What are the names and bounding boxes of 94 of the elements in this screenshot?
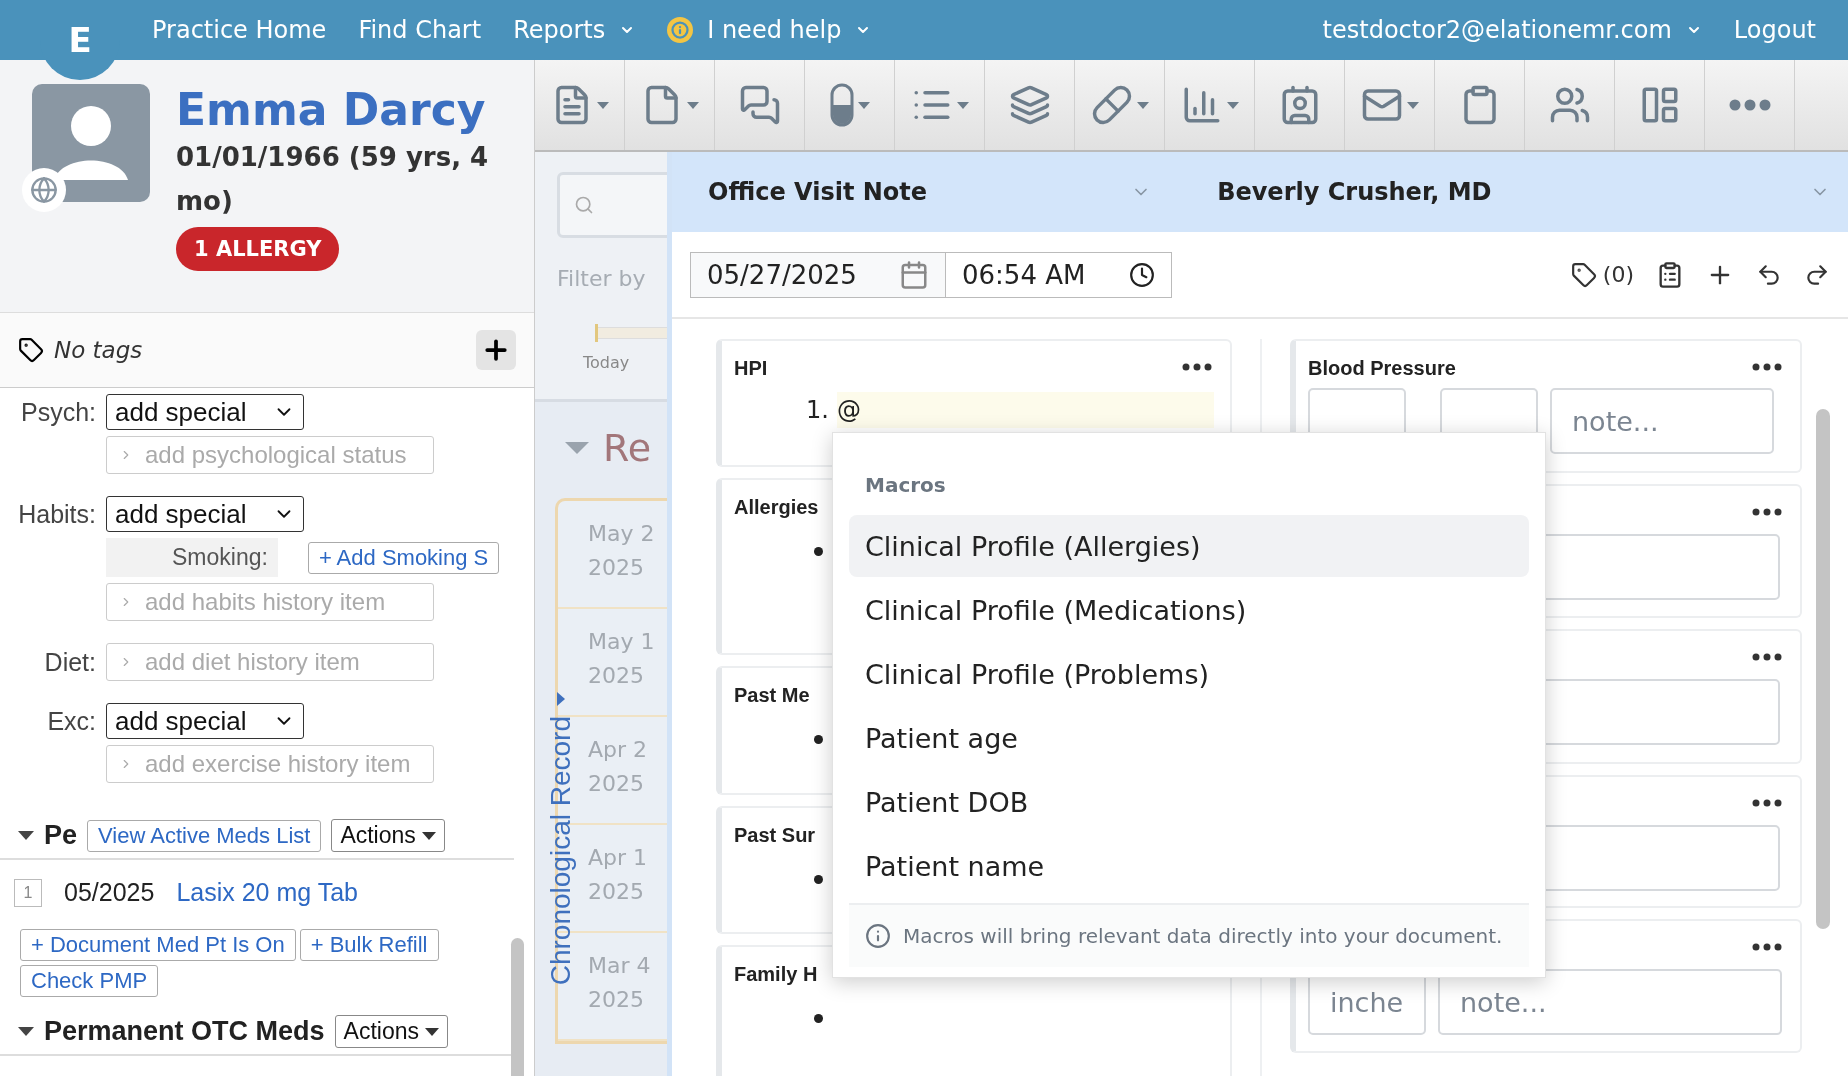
history-label: Habits:	[17, 499, 96, 529]
more-icon[interactable]	[1182, 363, 1212, 371]
popup-title: Macros	[864, 472, 947, 499]
actions-button[interactable]: Actions	[334, 1015, 448, 1048]
scrollbar[interactable]	[1816, 409, 1830, 929]
chat-icon	[738, 84, 781, 126]
section-title: Blood Pressure	[1308, 357, 1456, 379]
macro-option[interactable]: Patient DOB	[849, 771, 1529, 833]
note-type-select[interactable]: Office Visit Note	[672, 178, 1170, 206]
bullet-icon	[814, 547, 823, 556]
bullet-icon	[814, 875, 823, 884]
patient-dob: 01/01/1966 (59 yrs, 4 mo)	[176, 141, 490, 218]
section-title: Permanent OTC Meds	[44, 1016, 325, 1047]
actions-button[interactable]: Actions	[331, 819, 445, 852]
special-select[interactable]: add special	[106, 703, 304, 739]
caret-icon	[596, 101, 609, 109]
section-title: Pe	[44, 820, 78, 851]
more-icon[interactable]	[1752, 508, 1782, 516]
caret-icon	[1406, 101, 1419, 109]
time-field[interactable]: 06:54 AM	[946, 251, 1172, 298]
macro-option[interactable]: Patient age	[849, 707, 1529, 769]
hpi-field[interactable]: @	[836, 392, 1214, 428]
slider-thumb[interactable]	[595, 324, 598, 342]
med-link[interactable]: Lasix 20 mg Tab	[176, 878, 358, 907]
calendar-icon	[899, 259, 929, 290]
user-menu[interactable]: testdoctor2@elationemr.com	[1322, 16, 1702, 44]
nav-link[interactable]: Reports	[513, 16, 636, 44]
med-date: 05/2025	[64, 878, 155, 907]
caret-icon	[1226, 101, 1239, 109]
expand-icon[interactable]	[557, 692, 565, 706]
tags-label: No tags	[54, 337, 144, 363]
special-select[interactable]: add special	[106, 496, 304, 532]
more-icon[interactable]	[1752, 943, 1782, 951]
caret-icon	[1136, 101, 1149, 109]
patient-name: Emma Darcy	[176, 84, 487, 135]
macro-option[interactable]: Clinical Profile (Problems)	[849, 643, 1529, 705]
date-field[interactable]: 05/27/2025	[690, 251, 946, 298]
search-icon	[574, 195, 594, 215]
bullet-icon	[814, 735, 823, 744]
history-label: Diet:	[43, 647, 96, 677]
list-number: 1.	[806, 396, 829, 424]
capsule-icon	[829, 83, 854, 127]
provider-select[interactable]: Beverly Crusher, MD	[1169, 178, 1848, 206]
more-icon[interactable]	[1752, 363, 1782, 371]
tag-icon	[18, 337, 44, 363]
collapse-icon[interactable]	[18, 1027, 34, 1036]
view-meds-button[interactable]: View Active Meds List	[87, 819, 322, 852]
caret-icon	[421, 831, 436, 840]
med-action-button[interactable]: + Bulk Refill	[299, 929, 439, 961]
info-icon	[865, 923, 891, 949]
help-menu[interactable]: I need help	[667, 16, 872, 44]
section-title: Past Sur	[734, 824, 816, 846]
tags-button[interactable]: (0)	[1570, 261, 1634, 288]
caret-icon	[686, 101, 699, 109]
logout-link[interactable]: Logout	[1733, 16, 1816, 44]
date-slider[interactable]	[595, 327, 667, 339]
caret-icon	[956, 101, 969, 109]
history-label: Exc:	[46, 706, 96, 736]
tag-icon	[1570, 261, 1597, 288]
section-title: Past Me	[734, 684, 810, 706]
med-count: 1	[14, 878, 42, 907]
pill-icon	[1090, 84, 1133, 126]
today-label: Today	[583, 353, 631, 372]
more-icon	[1728, 99, 1771, 111]
nav-link[interactable]: Practice Home	[152, 16, 327, 44]
collapse-icon[interactable]	[18, 831, 34, 840]
med-action-button[interactable]: Check PMP	[20, 965, 159, 997]
history-label: Psych:	[19, 397, 96, 427]
nav-link[interactable]: Find Chart	[358, 16, 482, 44]
note-field[interactable]: note...	[1550, 388, 1774, 454]
macro-option[interactable]: Patient name	[849, 835, 1529, 897]
layers-icon	[1008, 84, 1051, 126]
section-title: Allergies	[734, 496, 819, 518]
section-title: HPI	[734, 357, 768, 379]
section-title: Family H	[734, 963, 818, 985]
smoking-label: Smoking:	[106, 538, 278, 577]
globe-icon	[30, 176, 58, 204]
macro-option[interactable]: Clinical Profile (Allergies)	[849, 515, 1529, 577]
search-field[interactable]	[557, 172, 667, 238]
special-select[interactable]: add special	[106, 394, 304, 430]
more-icon[interactable]	[1752, 799, 1782, 807]
section-title: Re	[603, 426, 652, 470]
med-action-button[interactable]: + Document Med Pt Is On	[20, 929, 296, 961]
more-icon[interactable]	[1752, 653, 1782, 661]
caret-icon	[425, 1027, 439, 1036]
add-tag-button[interactable]	[476, 330, 516, 370]
filter-label: Filter by	[557, 266, 647, 291]
allergy-badge[interactable]: 1 ALLERGY	[176, 227, 340, 271]
clock-icon	[1129, 261, 1155, 288]
popup-hint: Macros will bring relevant data directly into your document.	[903, 924, 1503, 948]
add-smoking-button[interactable]: + Add Smoking S	[307, 541, 500, 574]
caret-icon	[857, 101, 870, 109]
macro-option[interactable]: Clinical Profile (Medications)	[849, 579, 1529, 641]
bullet-icon	[814, 1014, 823, 1023]
